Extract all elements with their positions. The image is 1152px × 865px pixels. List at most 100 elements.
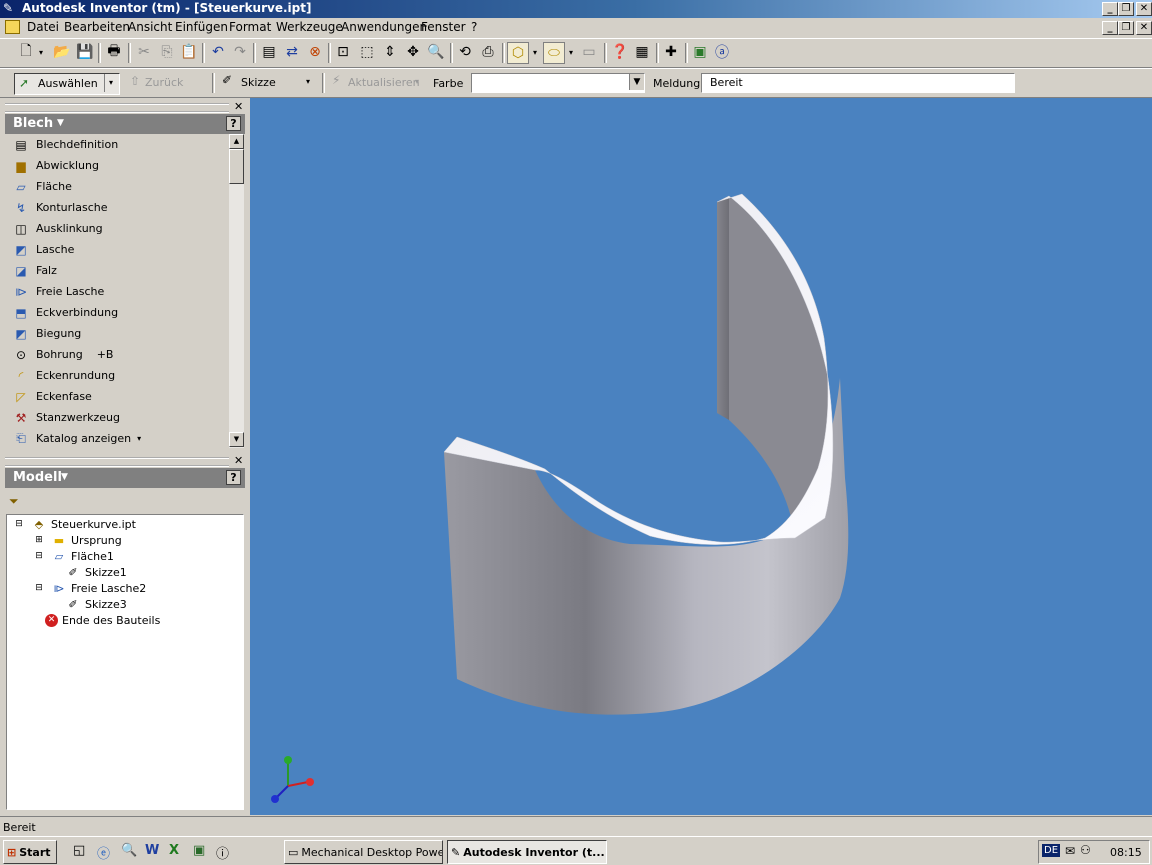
message-field[interactable]: Bereit [701, 73, 1015, 93]
scroll-down-icon[interactable]: ▼ [229, 432, 244, 447]
scroll-thumb[interactable] [229, 149, 244, 184]
sketch-dropdown-icon[interactable]: ▾ [306, 77, 310, 86]
shadow-icon[interactable]: ⬭ [543, 42, 565, 64]
model-panel-header[interactable]: Modell ▼ ? [5, 468, 245, 488]
zoom-window-icon[interactable]: ⬚ [357, 42, 377, 62]
panel-item-stanzwerkzeug[interactable]: ⚒ Stanzwerkzeug [13, 407, 120, 428]
color-dropdown-icon[interactable]: ▼ [629, 74, 644, 90]
scroll-up-icon[interactable]: ▲ [229, 134, 244, 149]
model-help-icon[interactable]: ? [226, 470, 241, 485]
shaded-display-icon[interactable]: ⬡ [507, 42, 529, 64]
network-icon[interactable]: ⚇ [1080, 843, 1091, 857]
select-button[interactable]: ➚ Auswählen ▾ [14, 73, 120, 95]
panel-item-lasche[interactable]: ◩ Lasche [13, 239, 74, 260]
select-dropdown-icon[interactable]: ▾ [104, 74, 117, 92]
menu-help[interactable]: ? [471, 20, 477, 34]
panel-item-konturlasche[interactable]: ↯ Konturlasche [13, 197, 108, 218]
expand-icon[interactable]: ⊞ [31, 533, 47, 547]
web-icon[interactable]: ▣ [690, 42, 710, 62]
calculator-icon[interactable]: ▦ [632, 42, 652, 62]
language-indicator[interactable]: DE [1042, 844, 1061, 857]
model-panel-close-icon[interactable]: ✕ [234, 454, 243, 467]
open-icon[interactable]: 📂 [52, 42, 72, 62]
help-icon[interactable]: ❓ [610, 42, 630, 62]
panel-item-eckverbindung[interactable]: ⬒ Eckverbindung [13, 302, 118, 323]
tree-item-freie-lasche2[interactable]: ⊟ ⧐ Freie Lasche2 [31, 580, 146, 596]
panel-item-eckenrundung[interactable]: ◜ Eckenrundung [13, 365, 115, 386]
camera-icon[interactable]: ▭ [579, 42, 599, 62]
tree-item-flaeche1[interactable]: ⊟ ▱ Fläche1 [31, 548, 114, 564]
panel-item-katalog[interactable]: ⎗ Katalog anzeigen ▾ [13, 428, 141, 449]
task-mechanical-desktop[interactable]: ▭ Mechanical Desktop Powe... [284, 840, 443, 864]
zoom-selected-icon[interactable]: 🔍 [426, 42, 446, 62]
new-dropdown-icon[interactable]: ▾ [36, 42, 46, 62]
collapse-icon[interactable]: ⊟ [11, 517, 27, 531]
quicklaunch-ie-icon[interactable]: ⓔ [97, 843, 110, 862]
panel-item-eckenfase[interactable]: ◸ Eckenfase [13, 386, 91, 407]
menu-einfuegen[interactable]: Einfügen [175, 20, 228, 34]
save-icon[interactable]: 💾 [75, 42, 95, 62]
back-button[interactable]: Zurück [145, 76, 183, 89]
minimize-button[interactable]: _ [1102, 2, 1118, 16]
graphics-viewport[interactable] [250, 98, 1152, 815]
tree-item-ursprung[interactable]: ⊞ ▬ Ursprung [31, 532, 122, 548]
doc-restore-button[interactable]: ❐ [1118, 21, 1134, 35]
quicklaunch-search-icon[interactable]: 🔍 [121, 843, 137, 858]
pan-icon[interactable]: ✥ [403, 42, 423, 62]
print-icon[interactable]: 🖶 [104, 42, 124, 62]
filter-icon[interactable]: ⏷ [9, 494, 19, 509]
rotate-icon[interactable]: ⟲ [455, 42, 475, 62]
panel-grip[interactable] [5, 457, 229, 467]
plus-icon[interactable]: ✚ [661, 42, 681, 62]
catalog-dropdown-icon[interactable]: ▾ [137, 434, 141, 443]
tree-item-end-of-part[interactable]: ✕ Ende des Bauteils [45, 612, 160, 628]
color-combo[interactable]: ▼ [471, 73, 645, 93]
display-dropdown-icon[interactable]: ▾ [530, 42, 540, 62]
autodesk-icon[interactable]: ⓐ [712, 42, 732, 62]
menu-werkzeuge[interactable]: Werkzeuge [276, 20, 343, 34]
blech-panel-close-icon[interactable]: ✕ [234, 100, 243, 113]
paste-icon[interactable]: 📋 [179, 42, 199, 62]
panel-item-abwicklung[interactable]: ▆ Abwicklung [13, 155, 99, 176]
close-button[interactable]: ✕ [1136, 2, 1152, 16]
start-button[interactable]: ⊞ Start [3, 840, 57, 864]
collapse-icon[interactable]: ⊟ [31, 549, 47, 563]
quicklaunch-word-icon[interactable]: W [145, 843, 159, 858]
panel-grip[interactable] [5, 103, 229, 113]
blech-help-icon[interactable]: ? [226, 116, 241, 131]
panel-item-falz[interactable]: ◪ Falz [13, 260, 57, 281]
copy-icon[interactable]: ⎘ [157, 42, 177, 62]
doc-minimize-button[interactable]: _ [1102, 21, 1118, 35]
update-button[interactable]: Aktualisieren [348, 76, 420, 89]
panel-item-biegung[interactable]: ◩ Biegung [13, 323, 81, 344]
maximize-button[interactable]: ❐ [1118, 2, 1134, 16]
quicklaunch-desktop-icon[interactable]: ◱ [73, 843, 85, 858]
shadow-dropdown-icon[interactable]: ▾ [566, 42, 576, 62]
redo-icon[interactable]: ↷ [230, 42, 250, 62]
tree-item-steuerkurve[interactable]: ⊟ ⬘ Steuerkurve.ipt [11, 516, 136, 532]
return-icon[interactable]: ⊗ [305, 42, 325, 62]
quicklaunch-info-icon[interactable]: ⓘ [216, 843, 229, 862]
menu-anwendungen[interactable]: Anwendungen [341, 20, 427, 34]
blech-panel-header[interactable]: Blech ▼ ? [5, 114, 245, 134]
tree-item-skizze1[interactable]: ✐ Skizze1 [65, 564, 126, 580]
menu-fenster[interactable]: Fenster [421, 20, 466, 34]
panel-item-ausklinkung[interactable]: ◫ Ausklinkung [13, 218, 102, 239]
task-autodesk-inventor[interactable]: ✎ Autodesk Inventor (t... [447, 840, 607, 864]
menu-datei[interactable]: Datei [27, 20, 59, 34]
mail-icon[interactable]: ✉ [1065, 844, 1075, 858]
zoom-icon[interactable]: ⇕ [380, 42, 400, 62]
zoom-all-icon[interactable]: ⊡ [333, 42, 353, 62]
panel-item-flaeche[interactable]: ▱ Fläche [13, 176, 72, 197]
blech-scrollbar[interactable]: ▲ ▼ [229, 134, 244, 448]
undo-icon[interactable]: ↶ [208, 42, 228, 62]
cut-icon[interactable]: ✂ [134, 42, 154, 62]
quicklaunch-app-icon[interactable]: ▣ [193, 843, 205, 858]
quicklaunch-excel-icon[interactable]: X [169, 843, 179, 858]
panel-item-freie-lasche[interactable]: ⧐ Freie Lasche [13, 281, 104, 302]
look-at-icon[interactable]: ⎙ [478, 42, 498, 62]
sketch-button[interactable]: Skizze [241, 76, 276, 89]
properties-icon[interactable]: ▤ [259, 42, 279, 62]
tree-item-skizze3[interactable]: ✐ Skizze3 [65, 596, 126, 612]
update-icon[interactable]: ⇄ [282, 42, 302, 62]
